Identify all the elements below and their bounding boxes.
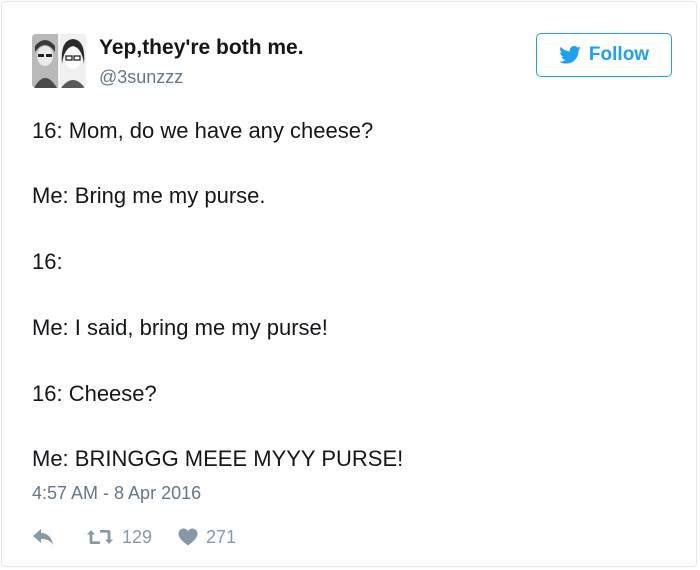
tweet-line: Me: I said, bring me my purse! <box>32 315 328 340</box>
twitter-bird-icon <box>559 46 581 64</box>
retweet-button[interactable]: 129 <box>86 527 152 548</box>
follow-button[interactable]: Follow <box>536 33 672 77</box>
like-button[interactable]: 271 <box>178 527 236 548</box>
reply-button[interactable] <box>32 528 54 546</box>
tweet-line: Me: Bring me my purse. <box>32 183 266 208</box>
tweet-actions: 129 271 <box>32 522 236 552</box>
tweet-line: 16: Mom, do we have any cheese? <box>32 118 374 143</box>
retweet-icon <box>86 528 114 546</box>
display-name[interactable]: Yep,they're both me. <box>99 36 304 60</box>
tweet-line: Me: BRINGGG MEEE MYYY PURSE! <box>32 446 404 471</box>
avatar-collage-icon <box>32 34 86 88</box>
tweet-card: Yep,they're both me. @3sunzzz Follow 16:… <box>1 1 697 567</box>
tweet-line: 16: <box>32 249 63 274</box>
like-count: 271 <box>206 526 237 547</box>
retweet-count: 129 <box>122 526 153 547</box>
tweet-line: 16: Cheese? <box>32 381 157 406</box>
follow-label: Follow <box>588 44 650 65</box>
handle[interactable]: @3sunzzz <box>99 67 183 88</box>
heart-icon <box>178 528 198 546</box>
avatar[interactable] <box>32 34 86 88</box>
tweet-timestamp[interactable]: 4:57 AM - 8 Apr 2016 <box>32 483 201 504</box>
reply-icon <box>32 528 54 546</box>
